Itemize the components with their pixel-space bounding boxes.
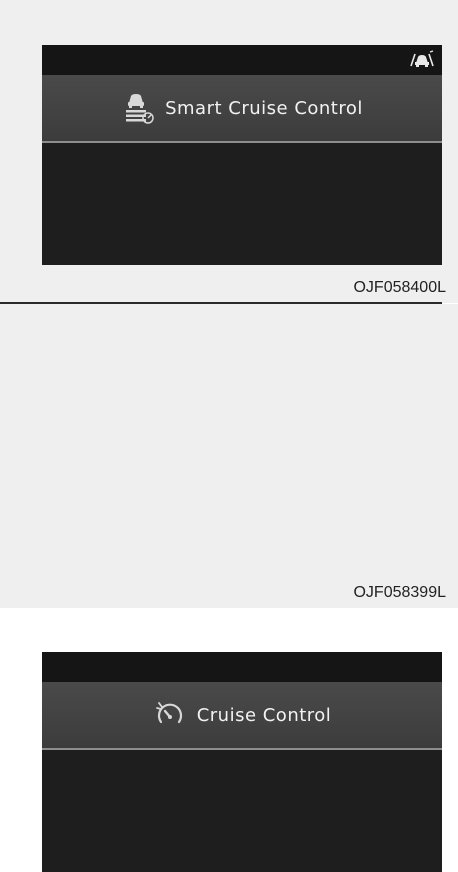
message-title: Smart Cruise Control — [165, 97, 363, 119]
cruise-control-icon — [153, 698, 187, 732]
cluster-display: Smart Cruise Control — [42, 45, 442, 265]
figure-code: OJF058399L — [353, 584, 446, 601]
smart-cruise-control-icon — [121, 91, 155, 125]
figure-code: OJF058400L — [353, 279, 446, 296]
smart-cruise-panel: Smart Cruise Control OJF058400L — [0, 0, 458, 303]
front-vehicle-radar-icon — [410, 50, 434, 67]
message-title: Cruise Control — [196, 704, 332, 726]
display-top-strip — [42, 652, 442, 682]
cruise-panel: Cruise Control OJF058399L — [0, 304, 458, 872]
cluster-display: Cruise Control — [42, 652, 442, 872]
message-band: Smart Cruise Control — [42, 75, 442, 143]
display-top-strip — [42, 45, 442, 75]
message-band: Cruise Control — [42, 682, 442, 750]
